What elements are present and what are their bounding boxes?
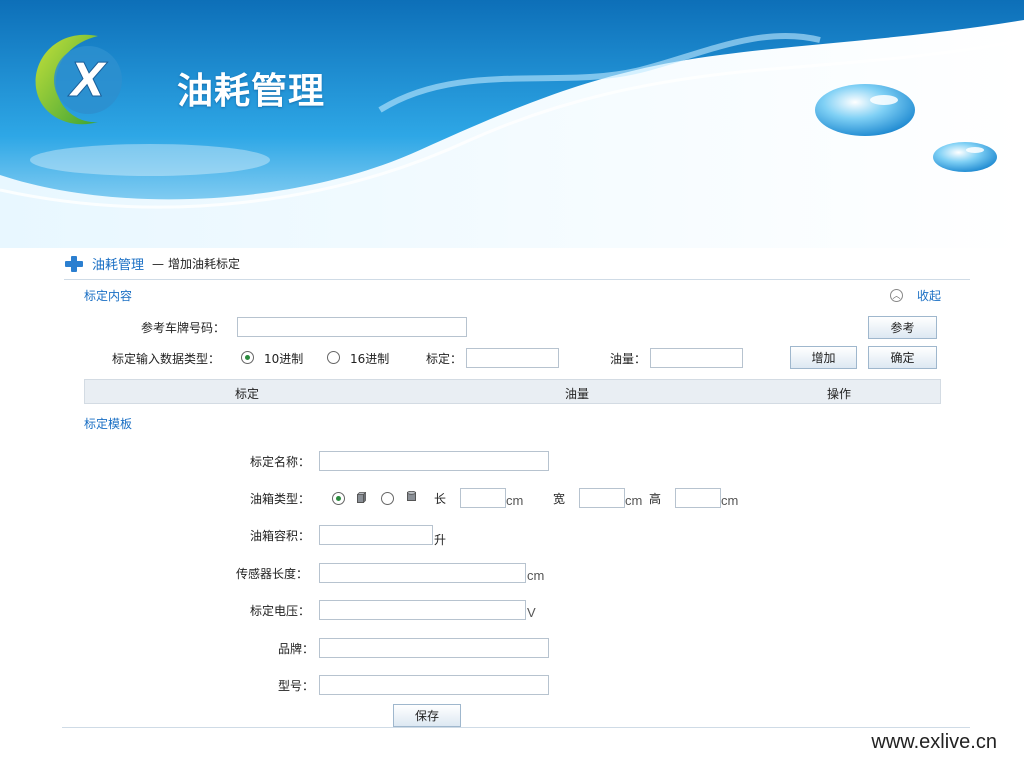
voltage-unit: V [527, 605, 536, 620]
length-input[interactable] [460, 488, 506, 508]
svg-text:X: X [67, 53, 108, 107]
column-header-calib: 标定 [235, 387, 260, 401]
oil-label: 油量： [610, 352, 647, 366]
radio-tank-box[interactable] [332, 492, 345, 505]
sensor-length-unit: cm [527, 568, 545, 583]
app-title: 油耗管理 [177, 71, 326, 112]
voltage-label: 标定电压： [250, 604, 311, 618]
name-label: 标定名称： [250, 455, 311, 469]
voltage-input[interactable] [319, 600, 526, 620]
footer-divider [62, 727, 970, 728]
model-label: 型号： [278, 679, 315, 693]
confirm-button[interactable]: 确定 [868, 346, 937, 369]
volume-label: 油箱容积： [250, 529, 311, 543]
breadcrumb: 油耗管理 — 增加油耗标定 [64, 254, 240, 273]
footer-url: www.exlive.cn [871, 731, 997, 753]
add-button[interactable]: 增加 [790, 346, 857, 369]
oil-input[interactable] [650, 348, 743, 368]
width-input[interactable] [579, 488, 625, 508]
height-unit: cm [721, 493, 739, 508]
breadcrumb-separator: — [152, 256, 165, 271]
width-label: 宽 [553, 492, 566, 506]
reference-button[interactable]: 参考 [868, 316, 937, 339]
length-label: 长 [434, 492, 447, 506]
calib-label: 标定： [426, 352, 463, 366]
divider [64, 279, 970, 280]
volume-unit: 升 [434, 533, 447, 547]
sensor-length-input[interactable] [319, 563, 526, 583]
height-label: 高 [649, 492, 662, 506]
radio-hex[interactable] [327, 351, 340, 364]
save-button[interactable]: 保存 [393, 704, 461, 727]
width-unit: cm [625, 493, 643, 508]
column-header-action: 操作 [827, 387, 852, 401]
volume-input[interactable] [319, 525, 433, 545]
box-tank-icon [357, 492, 366, 503]
brand-input[interactable] [319, 638, 549, 658]
breadcrumb-current: 增加油耗标定 [168, 257, 241, 271]
header-banner [0, 0, 1024, 248]
collapse-label: 收起 [916, 289, 941, 303]
plus-icon [65, 255, 83, 272]
breadcrumb-root-link[interactable]: 油耗管理 [92, 254, 144, 273]
brand-label: 品牌： [278, 642, 315, 656]
section-title-content: 标定内容 [84, 289, 133, 303]
collapse-toggle[interactable]: ︿ 收起 [889, 287, 941, 304]
column-header-oil: 油量 [565, 387, 590, 401]
radio-decimal[interactable] [241, 351, 254, 364]
length-unit: cm [506, 493, 524, 508]
chevron-up-icon: ︿ [889, 289, 903, 302]
plate-label: 参考车牌号码： [141, 321, 226, 335]
height-input[interactable] [675, 488, 721, 508]
section-title-template: 标定模板 [84, 417, 133, 431]
radio-decimal-label: 10进制 [264, 352, 304, 366]
calibration-table-header: 标定 油量 操作 [84, 379, 941, 404]
name-input[interactable] [319, 451, 549, 471]
tank-type-label: 油箱类型： [250, 492, 311, 506]
input-type-label: 标定输入数据类型： [112, 352, 221, 366]
radio-tank-cylinder[interactable] [381, 492, 394, 505]
model-input[interactable] [319, 675, 549, 695]
radio-hex-label: 16进制 [350, 352, 390, 366]
cylinder-tank-icon [407, 491, 416, 501]
sensor-length-label: 传感器长度： [236, 567, 309, 581]
company-logo: X [35, 34, 122, 125]
plate-input[interactable] [237, 317, 467, 337]
calib-input[interactable] [466, 348, 559, 368]
